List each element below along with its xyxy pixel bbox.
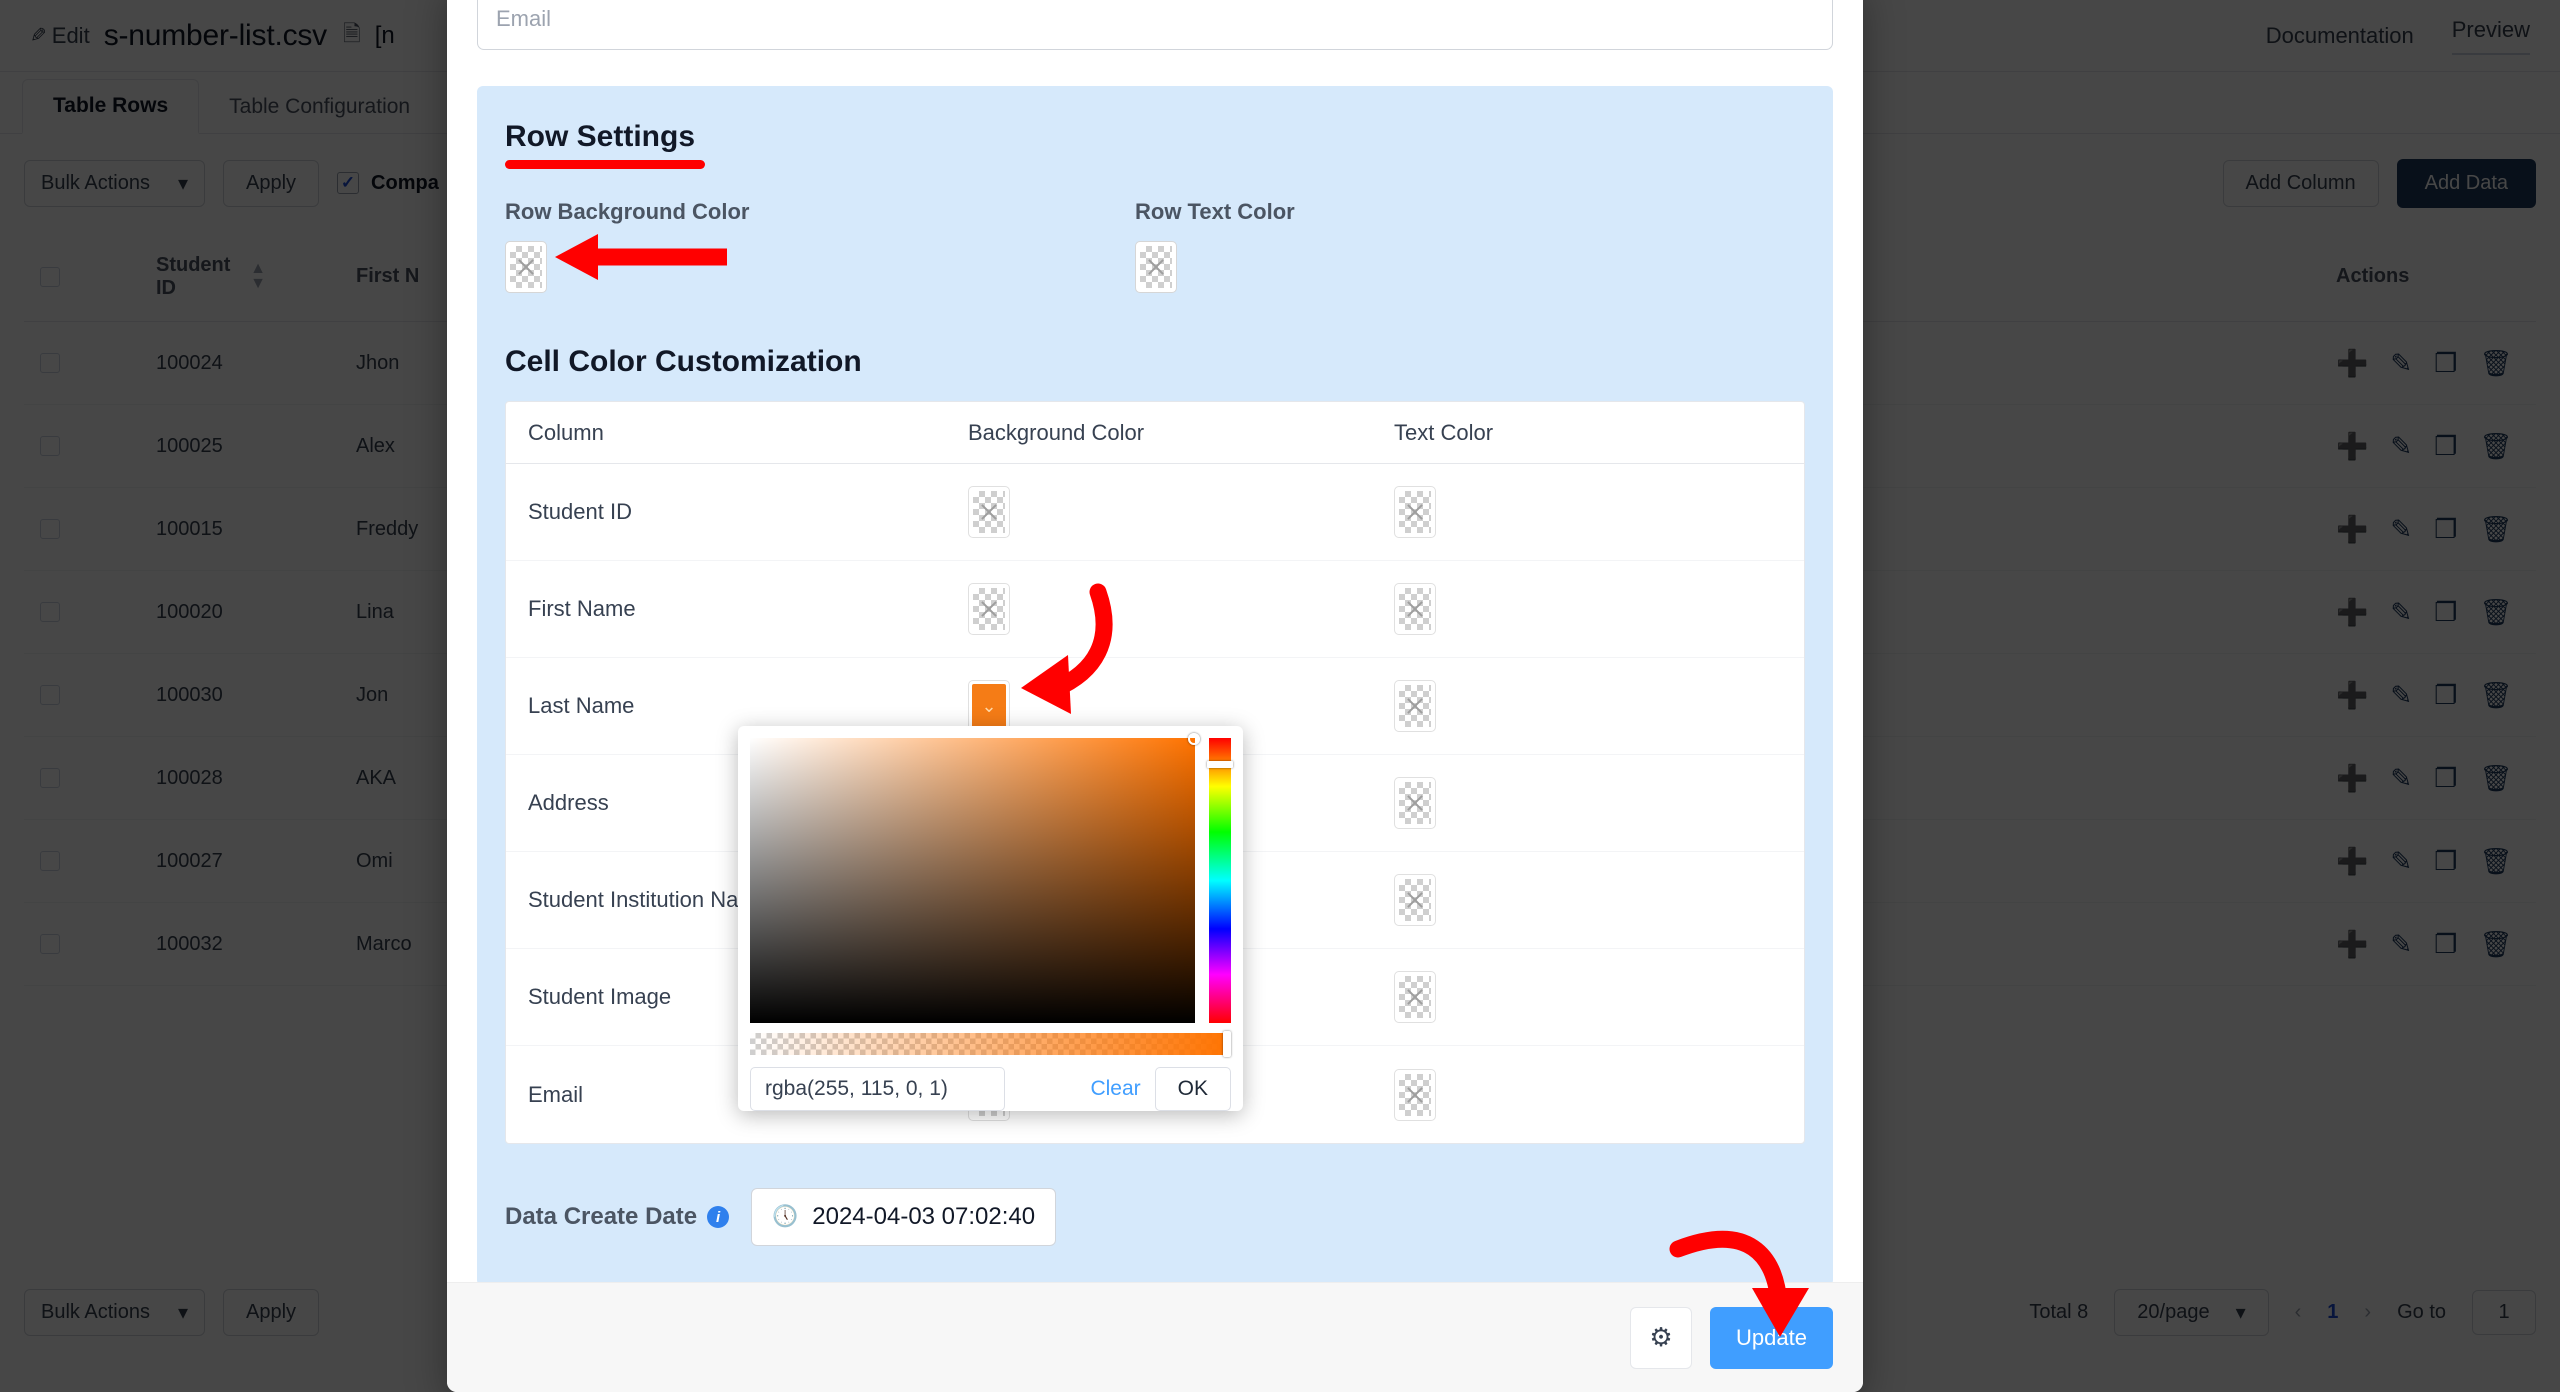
cell-text-color-swatch[interactable] [1394, 680, 1436, 732]
cell-background-color-swatch[interactable] [968, 583, 1010, 635]
cell-color-background-cell: ⌄ [946, 680, 1386, 732]
data-create-date-input[interactable]: 🕔 2024-04-03 07:02:40 [751, 1188, 1057, 1246]
update-button[interactable]: Update [1710, 1306, 1833, 1369]
gear-icon[interactable]: ⚙ [1630, 1306, 1693, 1369]
color-picker-popover[interactable]: rgba(255, 115, 0, 1) Clear OK [738, 726, 1243, 1111]
cell-text-color-swatch[interactable] [1394, 1068, 1436, 1121]
color-picker-top [750, 733, 1233, 1023]
row-settings-section: Row Settings [505, 120, 1805, 169]
cell-color-background-cell [946, 583, 1386, 635]
transparent-checker [1399, 685, 1431, 727]
cell-color-text-cell [1386, 777, 1804, 829]
transparent-checker [1399, 588, 1431, 630]
edit-row-modal: Email Row Settings Row Background Color … [447, 0, 1863, 1392]
cc-header-column: Column [528, 419, 604, 445]
hue-slider[interactable] [1207, 738, 1233, 1023]
color-picker-controls: rgba(255, 115, 0, 1) Clear OK [750, 1067, 1231, 1111]
cell-color-column-name: Last Name [528, 693, 635, 718]
cell-text-color-swatch[interactable] [1394, 971, 1436, 1023]
cc-header-text: Text Color [1394, 419, 1494, 445]
ok-button[interactable]: OK [1154, 1067, 1231, 1111]
row-color-controls: Row Background Color Row Text Color [505, 199, 1805, 293]
cell-color-background-cell [946, 486, 1386, 538]
row-text-color-group: Row Text Color [1135, 199, 1765, 293]
transparent-checker [973, 588, 1005, 630]
transparent-checker [1399, 976, 1431, 1018]
create-date-value: 2024-04-03 07:02:40 [812, 1203, 1036, 1230]
cell-text-color-swatch[interactable] [1394, 486, 1436, 538]
saturation-value-area[interactable] [750, 733, 1200, 1023]
cell-color-text-cell [1386, 1068, 1804, 1121]
email-input[interactable]: Email [477, 0, 1833, 50]
hue-handle[interactable] [1207, 760, 1233, 768]
cell-color-column-name: Student ID [528, 499, 632, 524]
email-placeholder: Email [496, 6, 552, 31]
cell-color-header-row: Column Background Color Text Color [506, 402, 1804, 464]
transparent-checker [973, 491, 1005, 533]
saturation-handle[interactable] [1188, 733, 1200, 745]
cell-color-row: Student ID [506, 464, 1804, 561]
transparent-checker [1399, 1073, 1431, 1116]
alpha-handle[interactable] [1223, 1031, 1231, 1057]
cell-color-text-cell [1386, 486, 1804, 538]
alpha-slider[interactable] [750, 1031, 1231, 1057]
cell-text-color-swatch[interactable] [1394, 874, 1436, 926]
row-background-color-label: Row Background Color [505, 199, 750, 224]
cell-background-color-swatch[interactable] [968, 486, 1010, 538]
row-background-color-swatch[interactable] [505, 241, 547, 293]
cell-text-color-swatch[interactable] [1394, 777, 1436, 829]
create-date-text: Data Create Date [505, 1203, 698, 1230]
data-create-date-row: Data Create Date i 🕔 2024-04-03 07:02:40 [505, 1188, 1805, 1246]
data-create-date-label: Data Create Date i [505, 1203, 730, 1231]
cell-color-column-name: First Name [528, 596, 636, 621]
row-text-color-swatch[interactable] [1135, 241, 1177, 293]
transparent-checker [1399, 879, 1431, 921]
transparent-checker [1140, 246, 1172, 288]
cc-header-background: Background Color [968, 419, 1145, 445]
modal-footer: ⚙ Update [447, 1282, 1863, 1392]
transparent-checker [510, 246, 542, 288]
info-icon[interactable]: i [707, 1206, 730, 1228]
clock-icon: 🕔 [772, 1205, 799, 1228]
transparent-checker [1399, 491, 1431, 533]
row-settings-underline [505, 160, 705, 169]
cell-text-color-swatch[interactable] [1394, 583, 1436, 635]
transparent-checker [1399, 782, 1431, 824]
cell-color-text-cell [1386, 971, 1804, 1023]
cell-color-title: Cell Color Customization [505, 345, 862, 378]
cell-background-color-swatch[interactable]: ⌄ [968, 680, 1010, 732]
color-value-input[interactable]: rgba(255, 115, 0, 1) [750, 1067, 1005, 1111]
row-settings-title: Row Settings [505, 120, 696, 153]
cell-color-text-cell [1386, 874, 1804, 926]
cell-color-row: First Name [506, 561, 1804, 658]
clear-button[interactable]: Clear [1090, 1077, 1140, 1101]
cell-color-text-cell [1386, 583, 1804, 635]
chevron-down-icon: ⌄ [972, 684, 1006, 728]
row-text-color-label: Row Text Color [1135, 199, 1295, 224]
cell-color-text-cell [1386, 680, 1804, 732]
row-background-color-group: Row Background Color [505, 199, 1135, 293]
